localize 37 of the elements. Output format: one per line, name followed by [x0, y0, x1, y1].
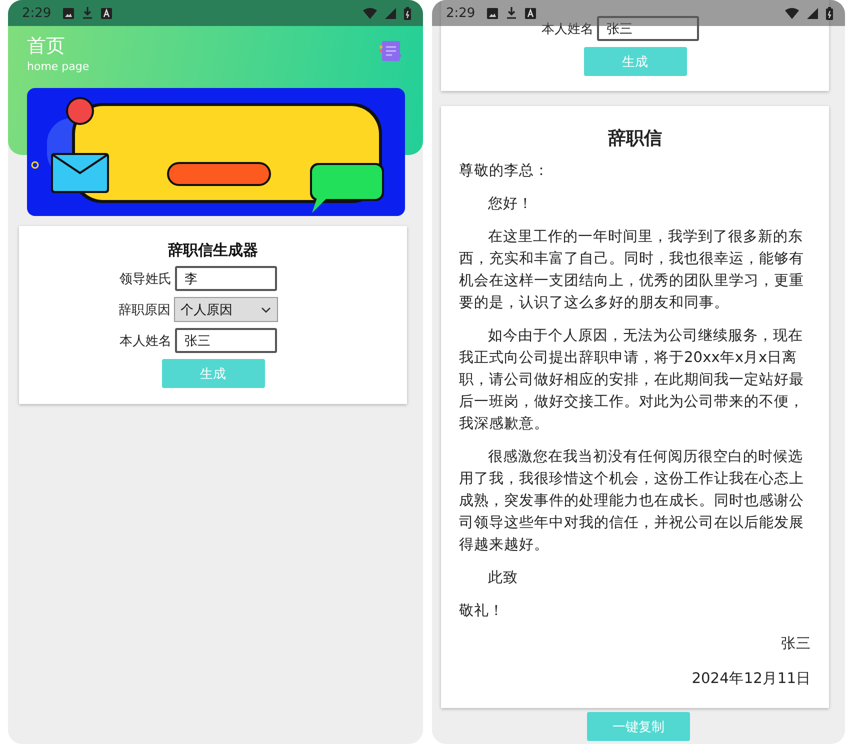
image-icon	[487, 8, 498, 18]
download-icon	[82, 7, 94, 19]
notepad-icon[interactable]	[379, 40, 403, 64]
status-time: 2:29	[22, 6, 52, 20]
letter-paragraph: 在这里工作的一年时间里，我学到了很多新的东西，充实和丰富了自己。同时，我也很幸运，能够有机会在这样一支团结向上，优秀的团队里学习，更重要的是，认识了这么多好的朋友和同事。	[459, 227, 805, 313]
field-label: 本人姓名	[542, 20, 594, 38]
letter-paragraph: 如今由于个人原因，无法为公司继续服务，现在我正式向公司提出辞职申请，将于20xx年x月x日离职，请公司做好相应的安排，在此期间我一定站好最后一班岗，做好交接工作。对此为公司带来的不便，我深感歉意。	[459, 326, 805, 434]
letter-paragraph: 您好！	[487, 194, 534, 214]
signal-icon	[385, 8, 396, 18]
letter-paragraph: 尊敬的李总：	[459, 161, 550, 181]
reason-select[interactable]: 个人原因	[174, 297, 278, 322]
form-title: 辞职信生成器	[168, 241, 258, 260]
signal-icon	[807, 8, 818, 18]
wifi-icon	[363, 8, 377, 18]
chevron-down-icon	[260, 306, 270, 312]
battery-icon	[826, 6, 833, 20]
field-label: 本人姓名	[120, 332, 172, 350]
page-title: 首页	[27, 34, 66, 58]
input-field[interactable]: 张三	[596, 16, 698, 41]
keyboard-icon	[101, 8, 112, 18]
field-label: 辞职原因	[118, 302, 170, 318]
status-time: 2:29	[446, 6, 476, 20]
page-subtitle: home page	[27, 60, 90, 73]
letter-paragraph: 此致	[487, 568, 520, 588]
input-field[interactable]: 张三	[174, 328, 276, 353]
letter-paragraph: 敬礼！	[459, 601, 505, 621]
keyboard-icon	[525, 8, 536, 18]
field-label: 领导姓氏	[120, 270, 172, 288]
download-icon	[506, 7, 518, 19]
letter-paragraph: 张三	[780, 634, 811, 654]
letter-paragraph: 很感激您在我当初没有任何阅历很空白的时候选用了我，我很珍惜这个机会，这份工作让我在心态上成熟，突发事件的处理能力也在成长。同时也感谢公司领导这些年中对我的信任，并祝公司在以后能发展得越来越好。	[459, 447, 805, 555]
letter-paragraph: 2024年12月11日	[690, 669, 811, 689]
letter-title: 辞职信	[607, 127, 663, 150]
input-field[interactable]: 李	[174, 266, 276, 291]
battery-icon	[404, 6, 411, 20]
wifi-icon	[785, 8, 799, 18]
image-icon	[63, 8, 74, 18]
